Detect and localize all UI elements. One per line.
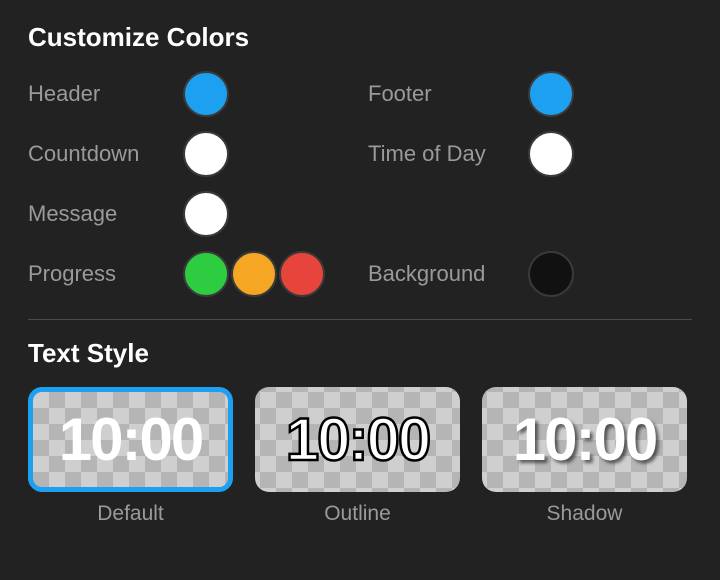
preview-text-default: 10:00 <box>59 410 202 470</box>
text-style-default-label: Default <box>97 502 164 526</box>
text-style-shadow-preview: 10:00 <box>482 387 687 492</box>
progress-label: Progress <box>28 261 183 287</box>
countdown-label: Countdown <box>28 141 183 167</box>
countdown-swatch-cell <box>183 131 368 177</box>
countdown-color-swatch[interactable] <box>183 131 229 177</box>
background-label: Background <box>368 261 528 287</box>
text-style-options: 10:00 Default 10:00 Outline 10:00 Shadow <box>28 387 692 526</box>
progress-swatch-cell <box>183 251 368 297</box>
progress-color-swatch-3[interactable] <box>279 251 325 297</box>
text-style-outline[interactable]: 10:00 Outline <box>255 387 460 526</box>
message-swatch-cell <box>183 191 368 237</box>
text-style-shadow[interactable]: 10:00 Shadow <box>482 387 687 526</box>
message-color-swatch[interactable] <box>183 191 229 237</box>
text-style-title: Text Style <box>28 338 692 369</box>
timeofday-color-swatch[interactable] <box>528 131 574 177</box>
timeofday-label: Time of Day <box>368 141 528 167</box>
footer-label: Footer <box>368 81 528 107</box>
text-style-shadow-label: Shadow <box>547 502 623 526</box>
header-color-swatch[interactable] <box>183 71 229 117</box>
background-swatch-cell <box>528 251 678 297</box>
preview-text-shadow: 10:00 <box>513 410 656 470</box>
progress-color-swatch-1[interactable] <box>183 251 229 297</box>
timeofday-swatch-cell <box>528 131 678 177</box>
section-divider <box>28 319 692 320</box>
header-label: Header <box>28 81 183 107</box>
text-style-default[interactable]: 10:00 Default <box>28 387 233 526</box>
footer-swatch-cell <box>528 71 678 117</box>
header-swatch-cell <box>183 71 368 117</box>
background-color-swatch[interactable] <box>528 251 574 297</box>
colors-grid: Header Footer Countdown Time of Day Mess… <box>28 71 692 297</box>
progress-color-swatch-2[interactable] <box>231 251 277 297</box>
text-style-outline-label: Outline <box>324 502 391 526</box>
footer-color-swatch[interactable] <box>528 71 574 117</box>
text-style-default-preview: 10:00 <box>28 387 233 492</box>
preview-text-outline: 10:00 <box>286 410 429 470</box>
customize-colors-title: Customize Colors <box>28 22 692 53</box>
text-style-outline-preview: 10:00 <box>255 387 460 492</box>
message-label: Message <box>28 201 183 227</box>
